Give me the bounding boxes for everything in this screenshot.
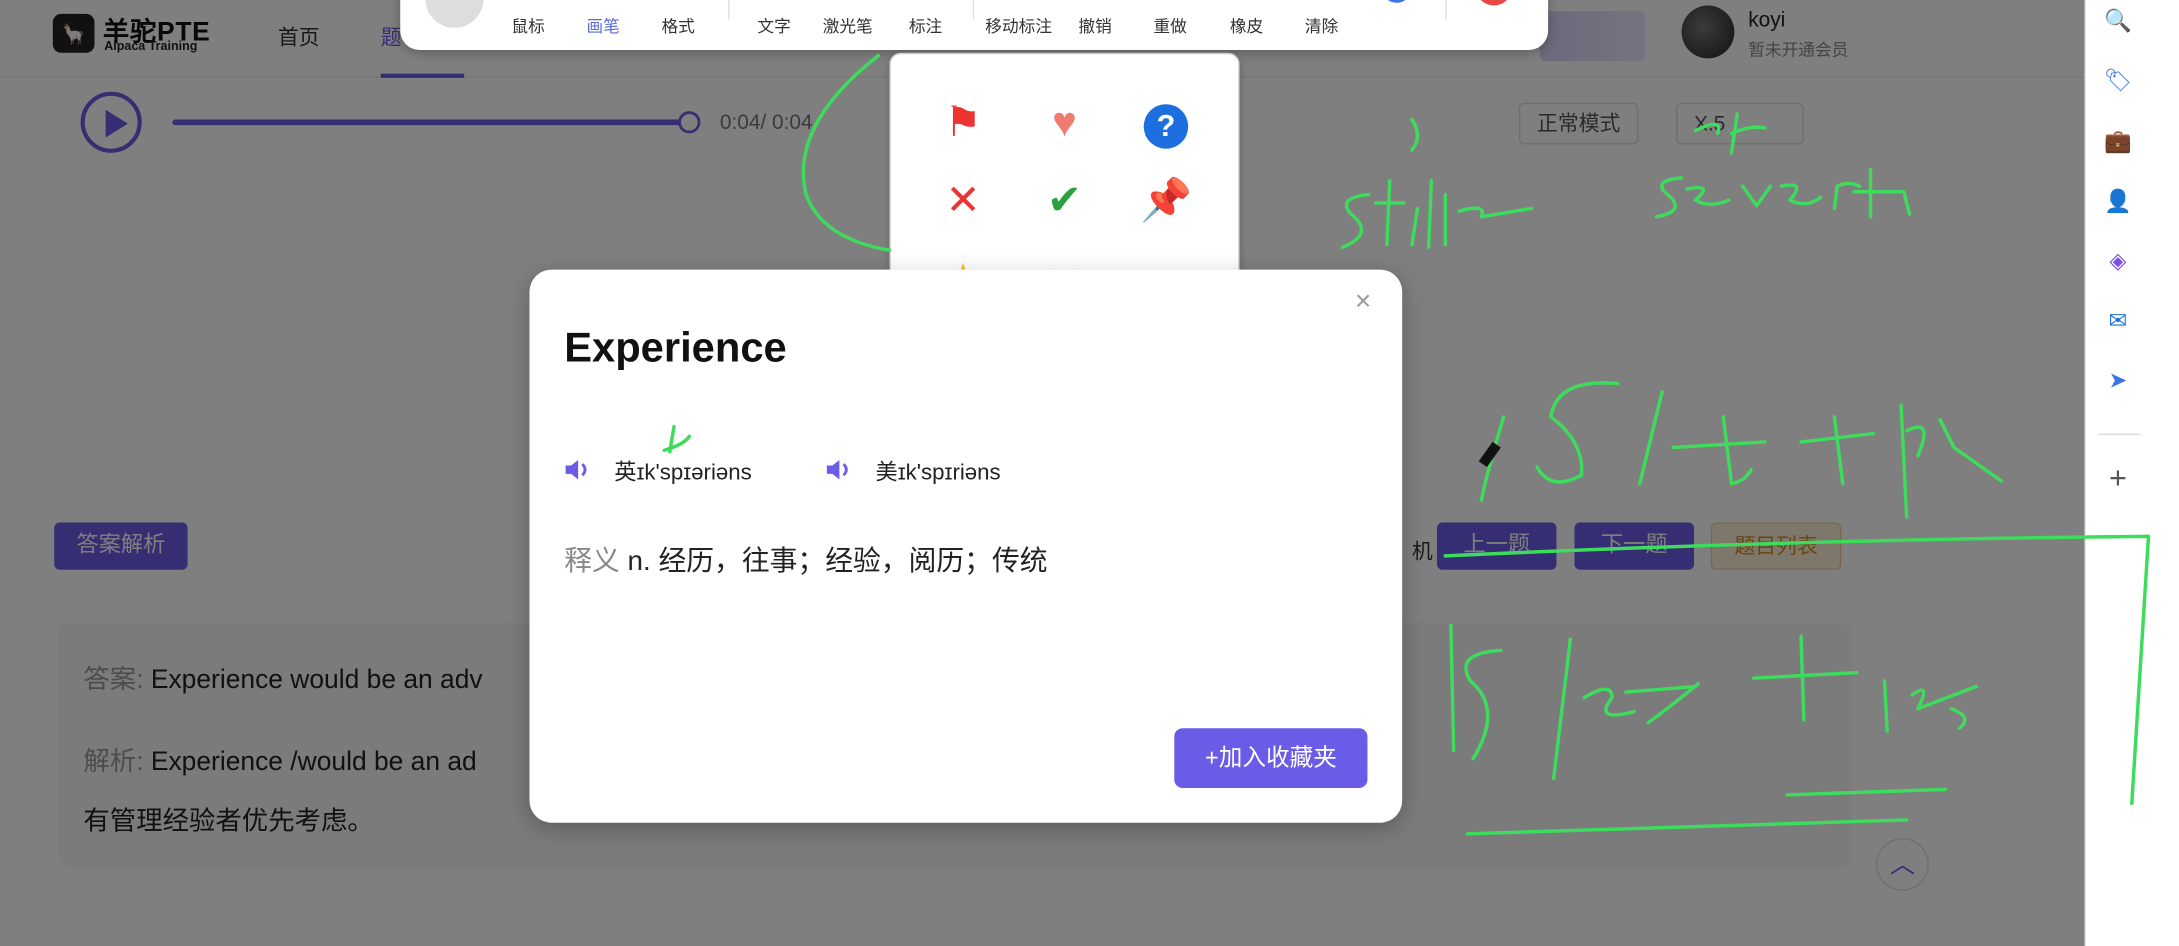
right-sidebar: 🔍 🏷 💼 👤 ◈ ✉ ➤ + <box>2084 0 2179 946</box>
word-title: Experience <box>564 325 787 372</box>
nav-active-tab[interactable]: 题 <box>381 22 402 51</box>
us-phonetic: ɪk'spɪriəns <box>897 461 1001 486</box>
pin-icon[interactable]: 📌 <box>1138 174 1194 230</box>
flag-icon[interactable]: ⚑ <box>935 96 991 152</box>
partial-label: 机 <box>1411 540 1433 565</box>
audio-progress-track[interactable] <box>172 119 690 126</box>
audio-progress-handle[interactable] <box>678 111 701 134</box>
audio-time: 0:04/ 0:04 <box>720 111 813 135</box>
ink-stroke <box>1410 117 1420 152</box>
tool-format[interactable]: 格式 <box>661 14 694 38</box>
normal-mode-button[interactable]: 正常模式 <box>1518 102 1639 145</box>
annotation-toolbar: 鼠标 画笔 格式 文字 激光笔 标注 移动标注 撤销 重做 橡皮 清除 ‹ × <box>400 0 1549 51</box>
current-time: 0:04 <box>719 111 761 135</box>
us-pronunciation[interactable]: 美ɪk'spɪriəns <box>876 453 1001 486</box>
outlook-icon[interactable]: ✉ <box>2103 307 2134 338</box>
answer-line: 答案: Experience would be an adv <box>83 659 482 697</box>
uk-pronunciation[interactable]: 英ɪk'spɪəriəns <box>614 453 751 486</box>
tool-laser[interactable]: 激光笔 <box>823 14 873 38</box>
tool-eraser[interactable]: 橡皮 <box>1230 14 1263 38</box>
question-list-button[interactable]: 题目列表 <box>1710 522 1842 570</box>
tool-pen[interactable]: 画笔 <box>586 14 619 38</box>
analysis-text: Experience /would be an ad <box>150 747 477 777</box>
search-icon[interactable]: 🔍 <box>2103 7 2134 38</box>
cross-icon[interactable]: ✕ <box>935 174 991 230</box>
definition-label: 释义 <box>564 546 620 577</box>
ink-stroke <box>1654 167 1912 219</box>
definition-text: n. 经历，往事；经验，阅历；传统 <box>627 546 1048 577</box>
send-icon[interactable]: ➤ <box>2103 367 2134 398</box>
avatar[interactable] <box>1681 5 1735 59</box>
prev-question-button[interactable]: 上一题 <box>1436 522 1557 570</box>
toolbar-divider <box>972 0 975 20</box>
speed-mode-button[interactable]: X.5 <box>1675 102 1804 145</box>
ink-stroke <box>1479 381 2003 519</box>
tag-icon[interactable]: 🏷 <box>2103 67 2134 98</box>
answer-analysis-button[interactable]: 答案解析 <box>54 522 188 570</box>
add-favorite-button[interactable]: +加入收藏夹 <box>1174 728 1368 788</box>
promo-banner[interactable] <box>1539 11 1646 62</box>
word-modal: × Experience 英ɪk'spɪəriəns 美ɪk'spɪriəns … <box>529 269 1403 823</box>
next-question-button[interactable]: 下一题 <box>1574 522 1695 570</box>
analysis-line: 解析: Experience /would be an ad <box>83 741 476 779</box>
toolbar-divider <box>1445 0 1447 20</box>
close-toolbar-icon[interactable]: × <box>1475 0 1512 6</box>
briefcase-icon[interactable]: 💼 <box>2103 128 2134 159</box>
palette-icon[interactable] <box>425 0 484 28</box>
heart-icon[interactable]: ♥ <box>1037 96 1093 152</box>
copilot-icon[interactable]: ◈ <box>2103 247 2134 278</box>
app-viewport: 🦙 羊驼PTE Alpaca Training 首页 题 koyi 暂未开通会员… <box>0 0 2179 946</box>
tool-move-marker[interactable]: 移动标注 <box>985 14 1052 38</box>
user-name[interactable]: koyi <box>1748 8 1785 32</box>
nav-home[interactable]: 首页 <box>278 22 320 51</box>
ink-stroke <box>801 53 892 252</box>
ink-stroke <box>1340 178 1534 250</box>
back-arrow-icon[interactable]: ‹ <box>1381 0 1412 3</box>
answer-label: 答案: <box>83 665 144 695</box>
brand-subtitle: Alpaca Training <box>104 38 198 53</box>
nav-active-underline <box>380 73 465 78</box>
close-icon[interactable]: × <box>1355 286 1371 318</box>
translation-text: 有管理经验者优先考虑。 <box>83 807 374 837</box>
uk-label: 英 <box>614 461 637 486</box>
answer-text: Experience would be an adv <box>150 665 483 695</box>
sidebar-divider <box>2098 433 2141 435</box>
time-separator: / <box>760 111 773 135</box>
logo-icon: 🦙 <box>52 13 95 53</box>
check-icon[interactable]: ✔ <box>1037 174 1093 230</box>
tool-redo[interactable]: 重做 <box>1153 14 1186 38</box>
membership-status: 暂未开通会员 <box>1748 40 1849 60</box>
play-button[interactable] <box>80 91 142 153</box>
add-icon[interactable]: + <box>2103 462 2134 494</box>
total-time: 0:04 <box>772 111 813 135</box>
person-icon[interactable]: 👤 <box>2103 188 2134 219</box>
uk-phonetic: ɪk'spɪəriəns <box>636 461 752 486</box>
tool-marker[interactable]: 标注 <box>909 14 942 38</box>
collapse-up-button[interactable]: ︿ <box>1876 837 1929 891</box>
speaker-icon[interactable] <box>563 459 594 481</box>
speaker-icon[interactable] <box>824 459 855 481</box>
tool-undo[interactable]: 撤销 <box>1078 14 1111 38</box>
question-icon[interactable]: ? <box>1138 96 1194 152</box>
tool-mouse[interactable]: 鼠标 <box>511 14 544 38</box>
toolbar-divider <box>728 0 730 20</box>
definition: 释义 n. 经历，往事；经验，阅历；传统 <box>564 538 1047 578</box>
tool-clear[interactable]: 清除 <box>1305 14 1338 38</box>
us-label: 美 <box>875 461 898 486</box>
tool-text[interactable]: 文字 <box>757 14 790 38</box>
pen-cursor-icon <box>1478 441 1501 467</box>
analysis-label: 解析: <box>83 747 144 777</box>
